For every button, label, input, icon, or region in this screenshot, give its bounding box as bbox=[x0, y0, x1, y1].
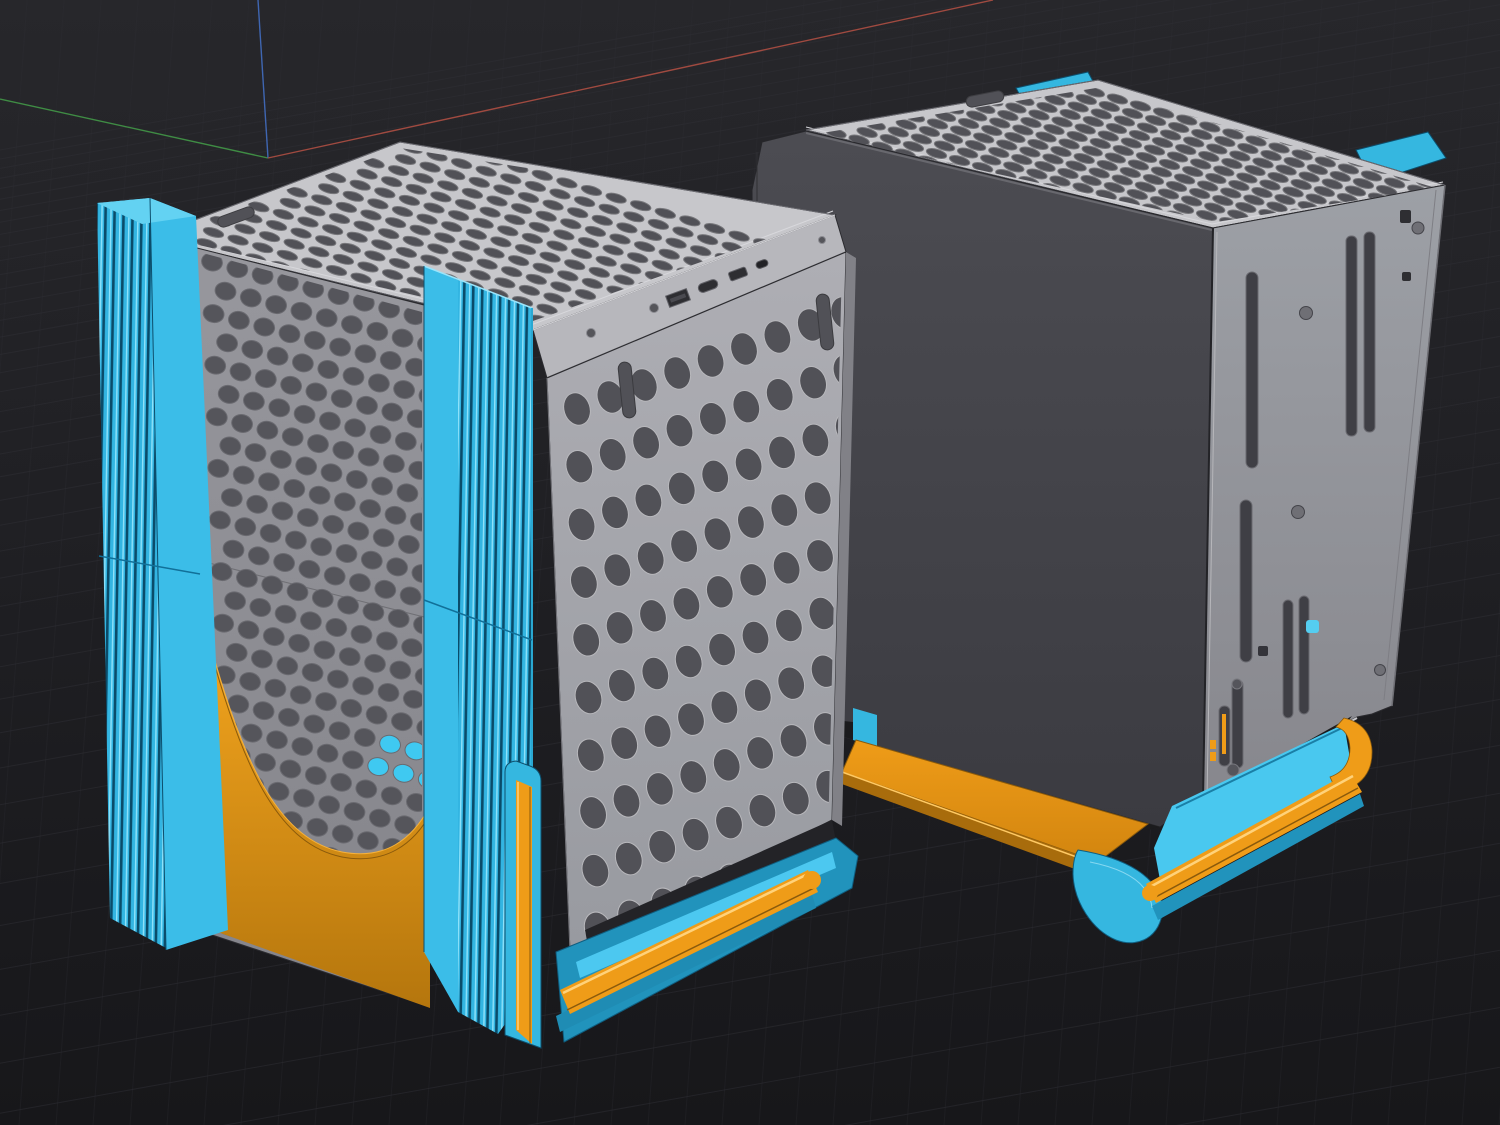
pillar-face bbox=[424, 266, 458, 1012]
screw-icon bbox=[587, 329, 596, 338]
pci-slot bbox=[1346, 236, 1357, 436]
screw-icon bbox=[1375, 665, 1386, 676]
left-case-model[interactable] bbox=[97, 138, 882, 1048]
front-foot-post[interactable] bbox=[505, 761, 541, 1048]
rear-vent-slot bbox=[1232, 680, 1243, 768]
rear-port-cutout bbox=[1402, 272, 1411, 281]
screw-icon bbox=[1412, 222, 1424, 234]
screw-icon bbox=[819, 237, 826, 244]
rear-vent-slot bbox=[1246, 272, 1258, 468]
pci-slot bbox=[1299, 596, 1309, 714]
orange-connector bbox=[1210, 740, 1216, 749]
jack-hole bbox=[1232, 679, 1242, 689]
power-accent bbox=[1222, 714, 1226, 754]
pci-slot bbox=[1283, 600, 1293, 718]
orange-connector bbox=[1210, 752, 1216, 761]
jack-hole bbox=[1227, 764, 1239, 776]
cad-viewport-stage[interactable] bbox=[0, 0, 1500, 1125]
screw-icon bbox=[1300, 307, 1313, 320]
screw-icon bbox=[650, 304, 659, 313]
screw-icon bbox=[1292, 506, 1305, 519]
cyan-clip-peek bbox=[1306, 620, 1319, 633]
3d-viewport[interactable] bbox=[0, 0, 1500, 1125]
base-rail-cap bbox=[803, 871, 821, 889]
rear-port-cutout bbox=[1400, 210, 1411, 223]
dock-rail-cap bbox=[1142, 885, 1158, 901]
rear-port-cutout bbox=[1258, 646, 1268, 656]
rear-vent-slot bbox=[1240, 500, 1252, 662]
pci-slot bbox=[1364, 232, 1375, 432]
